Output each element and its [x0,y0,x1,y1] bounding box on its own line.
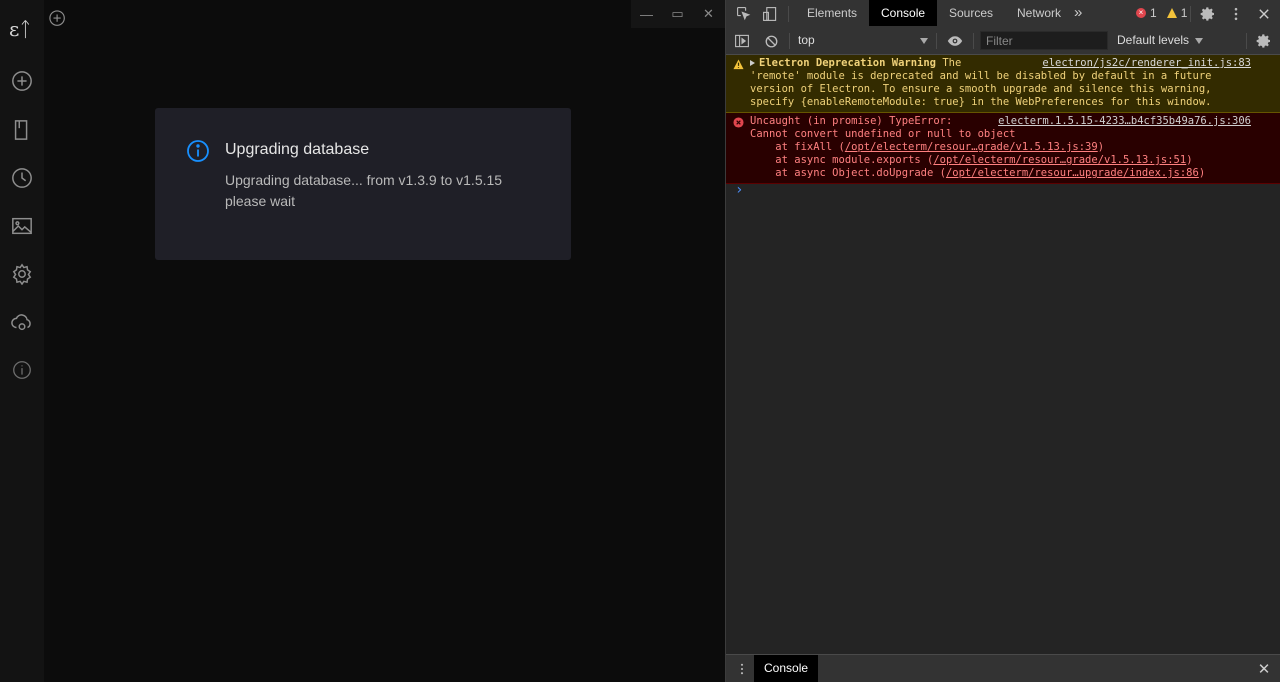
info-circle-icon[interactable] [9,357,35,383]
window-controls: — ▭ ✕ [631,0,725,28]
stack-frame-suffix: ) [1198,167,1206,179]
stack-frame-link[interactable]: /opt/electerm/resour…grade/v1.5.13.js:39 [845,141,1098,153]
close-window-button[interactable]: ✕ [693,0,724,28]
cloud-sync-icon[interactable] [9,309,35,335]
warning-source-link[interactable]: electron/js2c/renderer_init.js:83 [1042,57,1251,70]
error-count: 1 [1150,6,1157,20]
tab-network[interactable]: Network [1005,0,1073,26]
chevron-down-icon [920,38,928,44]
console-warning-message[interactable]: Electron Deprecation Warning The 'remote… [726,55,1280,113]
close-devtools-icon[interactable] [1254,4,1274,24]
devtools-panel: Elements Console Sources Network » × 1 1 [725,0,1280,682]
warning-icon [733,59,744,74]
stack-frame-suffix: ) [1097,141,1105,153]
tab-elements[interactable]: Elements [795,0,869,26]
tab-bar [44,0,725,40]
info-icon [186,139,210,163]
stack-frame: at async Object.doUpgrade (/opt/electerm… [750,167,1276,180]
issue-counts[interactable]: × 1 1 [1136,0,1187,26]
stack-frame-suffix: ) [1186,154,1193,166]
dialog-title: Upgrading database [225,141,370,158]
stack-frame: at async module.exports (/opt/electerm/r… [750,154,1276,167]
dialog-message: Upgrading database... from v1.3.9 to v1.… [225,172,503,188]
stack-frame: at fixAll (/opt/electerm/resour…grade/v1… [750,141,1276,154]
console-messages: Electron Deprecation Warning The 'remote… [726,55,1280,654]
warning-title: Electron Deprecation Warning [759,57,937,69]
more-tabs-icon[interactable]: » [1068,0,1088,26]
error-count-icon: × [1136,8,1146,18]
stack-frame-prefix: at fixAll ( [750,141,845,153]
context-selector[interactable]: top [792,31,932,50]
settings-gear-icon[interactable] [9,261,35,287]
electerm-app: ɛᛏ — ▭ ✕ Upgrading database Upgrading da… [0,0,725,682]
expand-triangle-icon[interactable] [750,60,755,66]
stack-frame-prefix: at async Object.doUpgrade ( [750,167,946,179]
drawer-menu-icon[interactable] [732,659,752,679]
inspect-element-icon[interactable] [734,4,754,24]
error-icon [733,117,744,132]
console-error-message[interactable]: Uncaught (in promise) TypeError: Cannot … [726,113,1280,184]
add-tab-icon[interactable] [49,10,69,30]
image-icon[interactable] [9,213,35,239]
stack-frame-link[interactable]: /opt/electerm/resour…grade/v1.5.13.js:51 [933,154,1186,166]
history-icon[interactable] [9,165,35,191]
close-drawer-icon[interactable]: ✕ [1254,659,1274,679]
warning-line: version of Electron. To ensure a smooth … [750,83,1212,95]
clear-console-icon[interactable] [761,31,781,51]
chevron-down-icon [1195,37,1204,44]
warning-line: 'remote' module is deprecated and will b… [750,70,1212,82]
tab-sources[interactable]: Sources [937,0,1005,26]
log-levels-dropdown[interactable]: Default levels [1117,31,1204,50]
console-toolbar: top Default levels [726,27,1280,55]
console-prompt-icon[interactable]: › [735,183,743,197]
devtools-drawer: Console ✕ [726,654,1280,682]
log-levels-label: Default levels [1117,33,1190,47]
upgrade-dialog: Upgrading database Upgrading database...… [155,108,571,260]
bookmark-icon[interactable] [9,117,35,143]
context-value: top [798,33,815,47]
app-logo: ɛᛏ [9,17,32,41]
minimize-button[interactable]: — [631,0,662,28]
warning-count-icon [1166,8,1177,18]
show-sidebar-icon[interactable] [732,31,752,51]
error-message: Cannot convert undefined or null to obje… [750,128,1016,140]
drawer-tab-console[interactable]: Console [754,655,819,682]
devtools-tab-bar: Elements Console Sources Network » × 1 1 [726,0,1280,28]
devtools-settings-icon[interactable] [1198,4,1218,24]
warning-line: specify {enableRemoteModule: true} in th… [750,96,1212,108]
warning-lead-text: The [936,57,962,69]
device-toolbar-icon[interactable] [760,4,780,24]
dialog-body: Upgrading database... from v1.3.9 to v1.… [225,170,545,212]
stack-frame-prefix: at async module.exports ( [750,154,934,166]
console-filter-input[interactable] [980,31,1108,50]
maximize-button[interactable]: ▭ [662,0,693,28]
warning-count: 1 [1180,6,1188,20]
tab-console[interactable]: Console [869,0,938,26]
live-expression-eye-icon[interactable] [945,31,965,51]
stack-frame-link[interactable]: /opt/electerm/resour…upgrade/index.js:86 [946,167,1199,179]
add-circle-icon[interactable] [9,68,35,94]
sidebar: ɛᛏ [0,0,44,682]
dialog-wait-text: please wait [225,193,296,209]
console-settings-icon[interactable] [1254,31,1274,51]
customize-menu-icon[interactable] [1226,4,1246,24]
error-source-link[interactable]: electerm.1.5.15-4233…b4cf35b49a76.js:306 [998,115,1251,128]
